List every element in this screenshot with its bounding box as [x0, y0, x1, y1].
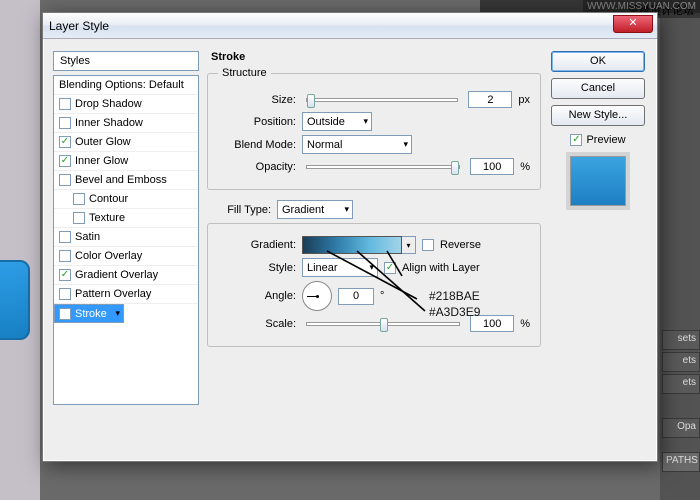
- style-label: Bevel and Emboss: [75, 174, 167, 186]
- style-label: Gradient Overlay: [75, 269, 158, 281]
- preview-label: Preview: [586, 134, 625, 146]
- structure-group: Structure Size: px Position: Outside Ble…: [207, 67, 541, 190]
- scale-slider[interactable]: [306, 322, 460, 326]
- style-label: Inner Glow: [75, 155, 128, 167]
- panel-stub: PATHS: [662, 452, 700, 472]
- style-row-pattern-overlay[interactable]: Pattern Overlay: [54, 285, 198, 304]
- style-label: Color Overlay: [75, 250, 142, 262]
- style-row-inner-shadow[interactable]: Inner Shadow: [54, 114, 198, 133]
- style-select[interactable]: Linear: [302, 258, 378, 277]
- size-input[interactable]: [468, 91, 512, 108]
- unit-label: px: [518, 94, 530, 106]
- section-title: Stroke: [211, 51, 541, 63]
- preview-checkbox[interactable]: [570, 134, 582, 146]
- style-label: Contour: [89, 193, 128, 205]
- angle-dial[interactable]: [302, 281, 332, 311]
- gradient-dropdown[interactable]: ▾: [402, 236, 416, 254]
- styles-header[interactable]: Styles: [53, 51, 199, 71]
- align-checkbox[interactable]: [384, 262, 396, 274]
- blending-options-row[interactable]: Blending Options: Default: [54, 76, 198, 95]
- style-row-outer-glow[interactable]: Outer Glow: [54, 133, 198, 152]
- filltype-label: Fill Type:: [209, 204, 271, 216]
- blendmode-label: Blend Mode:: [218, 139, 296, 151]
- dialog-title: Layer Style: [49, 19, 109, 33]
- reverse-checkbox[interactable]: [422, 239, 434, 251]
- style-row-drop-shadow[interactable]: Drop Shadow: [54, 95, 198, 114]
- unit-label: %: [520, 161, 530, 173]
- size-slider[interactable]: [306, 98, 458, 102]
- style-row-stroke[interactable]: Stroke: [54, 304, 124, 323]
- style-checkbox[interactable]: [59, 136, 71, 148]
- scale-label: Scale:: [218, 318, 296, 330]
- style-row-contour[interactable]: Contour: [54, 190, 198, 209]
- ok-button[interactable]: OK: [551, 51, 645, 72]
- style-checkbox[interactable]: [59, 288, 71, 300]
- scale-input[interactable]: [470, 315, 514, 332]
- cancel-button[interactable]: Cancel: [551, 78, 645, 99]
- panel-stub: Opa: [662, 418, 700, 438]
- layer-thumbnail: [0, 260, 30, 340]
- close-button[interactable]: ✕: [613, 15, 653, 33]
- style-row-inner-glow[interactable]: Inner Glow: [54, 152, 198, 171]
- panel-stub: ets: [662, 352, 700, 372]
- gradient-swatch[interactable]: [302, 236, 402, 254]
- position-select[interactable]: Outside: [302, 112, 372, 131]
- preview-swatch: [570, 156, 626, 206]
- style-label: Outer Glow: [75, 136, 131, 148]
- reverse-label: Reverse: [440, 239, 481, 251]
- angle-input[interactable]: [338, 288, 374, 305]
- structure-legend: Structure: [218, 67, 271, 79]
- styles-list: Blending Options: Default Drop Shadow Inn…: [53, 75, 199, 405]
- style-checkbox[interactable]: [59, 308, 71, 320]
- angle-label: Angle:: [218, 290, 296, 302]
- style-label: Drop Shadow: [75, 98, 142, 110]
- style-checkbox[interactable]: [59, 117, 71, 129]
- panel-stub: sets: [662, 330, 700, 350]
- style-row-satin[interactable]: Satin: [54, 228, 198, 247]
- fill-group: Gradient: ▾ Reverse Style: Linear Align …: [207, 223, 541, 347]
- style-row-color-overlay[interactable]: Color Overlay: [54, 247, 198, 266]
- style-checkbox[interactable]: [59, 269, 71, 281]
- opacity-label: Opacity:: [218, 161, 296, 173]
- style-checkbox[interactable]: [59, 174, 71, 186]
- blendmode-select[interactable]: Normal: [302, 135, 412, 154]
- align-label: Align with Layer: [402, 262, 480, 274]
- titlebar[interactable]: Layer Style ✕: [43, 13, 657, 39]
- style-label: Style:: [218, 262, 296, 274]
- style-label: Satin: [75, 231, 100, 243]
- style-label: Texture: [89, 212, 125, 224]
- style-row-bevel-and-emboss[interactable]: Bevel and Emboss: [54, 171, 198, 190]
- style-label: Pattern Overlay: [75, 288, 151, 300]
- style-checkbox[interactable]: [59, 98, 71, 110]
- layer-style-dialog: Layer Style ✕ Styles Blending Options: D…: [42, 12, 658, 462]
- panel-stub: ets: [662, 374, 700, 394]
- style-label: Inner Shadow: [75, 117, 143, 129]
- opacity-slider[interactable]: [306, 165, 460, 169]
- style-checkbox[interactable]: [73, 193, 85, 205]
- style-checkbox[interactable]: [59, 231, 71, 243]
- size-label: Size:: [218, 94, 296, 106]
- style-row-texture[interactable]: Texture: [54, 209, 198, 228]
- style-row-gradient-overlay[interactable]: Gradient Overlay: [54, 266, 198, 285]
- new-style-button[interactable]: New Style...: [551, 105, 645, 126]
- unit-label: %: [520, 318, 530, 330]
- opacity-input[interactable]: [470, 158, 514, 175]
- style-checkbox[interactable]: [73, 212, 85, 224]
- style-checkbox[interactable]: [59, 250, 71, 262]
- style-label: Stroke: [75, 308, 107, 320]
- position-label: Position:: [218, 116, 296, 128]
- unit-label: °: [380, 290, 384, 302]
- style-checkbox[interactable]: [59, 155, 71, 167]
- filltype-select[interactable]: Gradient: [277, 200, 353, 219]
- gradient-label: Gradient:: [218, 239, 296, 251]
